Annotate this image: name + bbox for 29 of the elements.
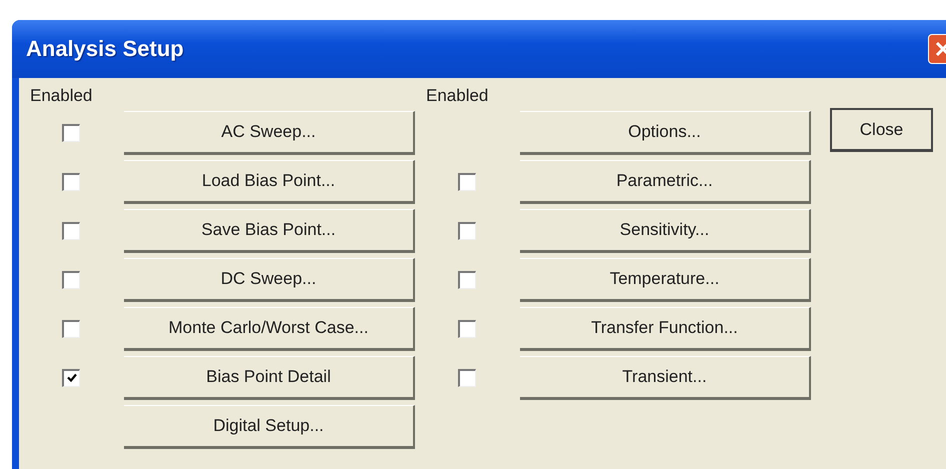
- checkbox[interactable]: [62, 270, 80, 288]
- analysis-button[interactable]: Transfer Function...: [520, 306, 811, 350]
- analysis-button[interactable]: AC Sweep...: [124, 110, 415, 154]
- checkbox[interactable]: [62, 368, 80, 386]
- enabled-header: Enabled: [29, 85, 94, 107]
- analysis-button[interactable]: DC Sweep...: [124, 258, 415, 302]
- checkbox[interactable]: [62, 320, 80, 338]
- analysis-button[interactable]: Transient...: [520, 356, 811, 400]
- checkbox[interactable]: [458, 172, 476, 190]
- enabled-header: Enabled: [425, 85, 490, 107]
- analysis-button[interactable]: Options...: [520, 110, 811, 154]
- analysis-button[interactable]: Bias Point Detail: [124, 356, 415, 400]
- analysis-button[interactable]: Load Bias Point...: [124, 160, 415, 204]
- window-title: Analysis Setup: [26, 36, 184, 62]
- analysis-button[interactable]: Save Bias Point...: [124, 208, 415, 252]
- analysis-button[interactable]: Sensitivity...: [520, 208, 811, 252]
- close-button[interactable]: Close: [830, 108, 933, 152]
- checkbox[interactable]: [62, 222, 80, 240]
- checkbox[interactable]: [62, 172, 80, 190]
- checkbox[interactable]: [458, 270, 476, 288]
- checkbox[interactable]: [458, 320, 476, 338]
- analysis-button[interactable]: Monte Carlo/Worst Case...: [124, 306, 415, 350]
- analysis-button[interactable]: Temperature...: [520, 258, 811, 302]
- analysis-button[interactable]: Digital Setup...: [124, 404, 415, 448]
- analysis-button[interactable]: Parametric...: [520, 160, 811, 204]
- checkmark-icon: [66, 372, 78, 384]
- checkbox[interactable]: [62, 124, 80, 142]
- checkbox[interactable]: [458, 368, 476, 386]
- checkbox[interactable]: [458, 222, 476, 240]
